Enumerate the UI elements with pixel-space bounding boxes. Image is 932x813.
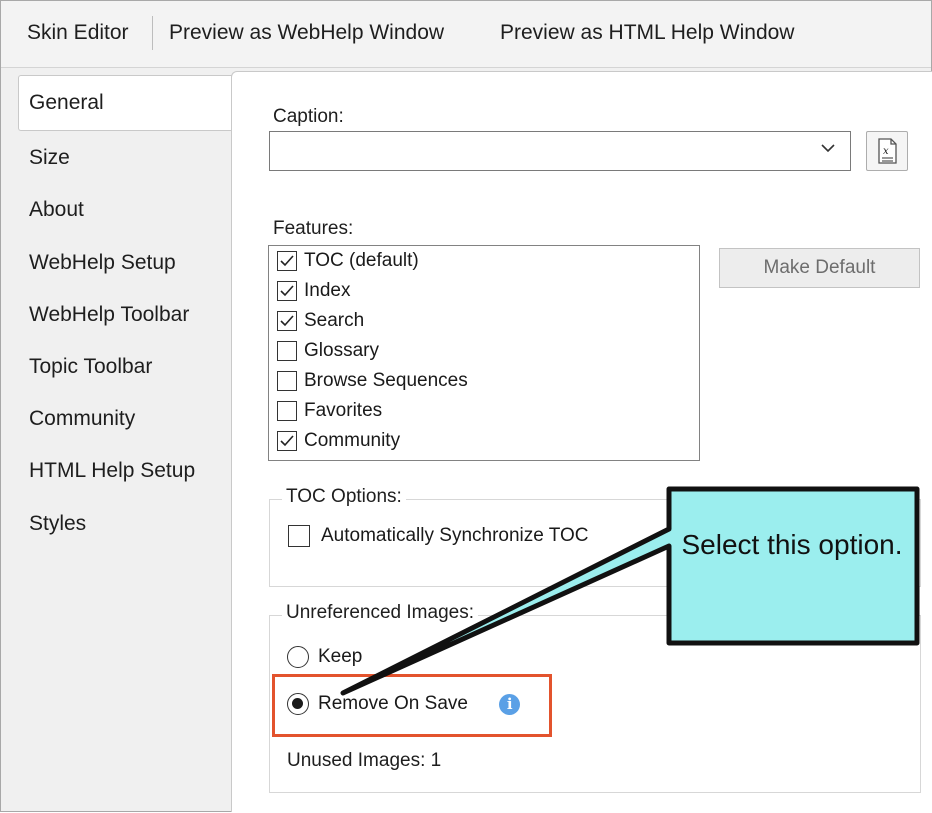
callout-shape [340, 486, 920, 696]
skin-editor-window: Skin Editor Preview as WebHelp Window Pr… [0, 0, 932, 812]
callout-text: Select this option. [681, 529, 903, 560]
callout-annotation [340, 486, 920, 696]
